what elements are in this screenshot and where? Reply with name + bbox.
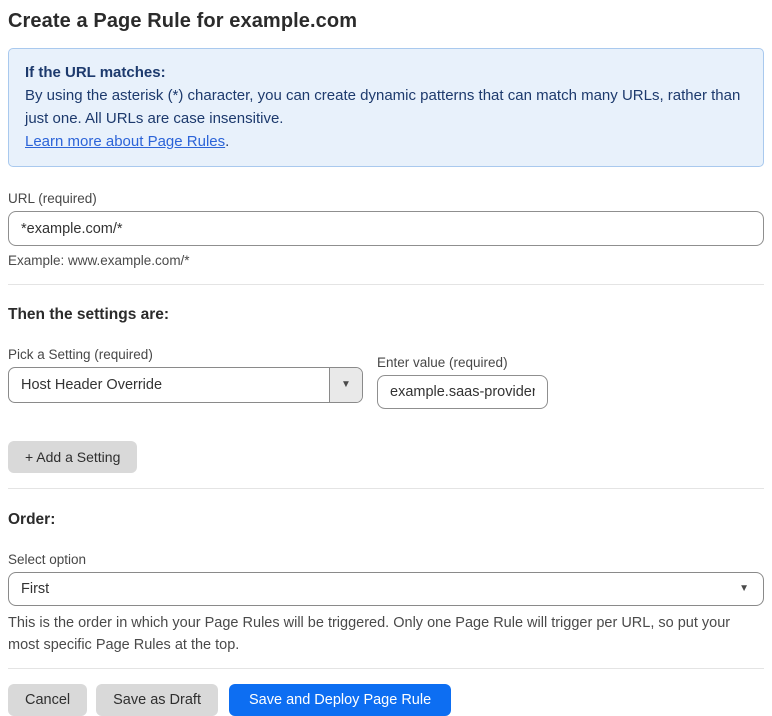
order-help-text: This is the order in which your Page Rul…	[8, 615, 731, 653]
enter-value-label: Enter value (required)	[377, 355, 508, 370]
page-title: Create a Page Rule for example.com	[8, 10, 358, 32]
save-and-deploy-button[interactable]: Save and Deploy Page Rule	[228, 684, 452, 716]
footer-actions: Cancel Save as Draft Save and Deploy Pag…	[8, 684, 764, 716]
pick-setting-label: Pick a Setting (required)	[8, 347, 153, 362]
save-as-draft-button[interactable]: Save as Draft	[96, 684, 218, 716]
url-label: URL (required)	[8, 191, 97, 206]
link-suffix: .	[225, 133, 230, 150]
add-setting-button[interactable]: + Add a Setting	[8, 441, 138, 473]
cancel-button[interactable]: Cancel	[8, 684, 88, 716]
divider	[8, 668, 764, 669]
dropdown-arrow-button[interactable]: ▼	[329, 368, 362, 402]
url-input[interactable]	[8, 211, 764, 246]
url-section: URL (required) Example: www.example.com/…	[8, 191, 764, 268]
divider	[8, 488, 764, 489]
info-box-heading: If the URL matches:	[25, 64, 166, 81]
settings-heading: Then the settings are:	[8, 306, 170, 323]
order-section: Order: Select option First ▼ This is the…	[8, 511, 764, 656]
learn-more-link[interactable]: Learn more about Page Rules	[25, 133, 225, 150]
url-example-text: Example: www.example.com/*	[8, 253, 190, 268]
setting-row: Pick a Setting (required) Host Header Ov…	[8, 347, 764, 409]
create-page-rule-form: Create a Page Rule for example.com If th…	[0, 0, 772, 716]
chevron-down-icon: ▼	[739, 583, 749, 594]
info-box-body: By using the asterisk (*) character, you…	[25, 87, 741, 127]
divider	[8, 284, 764, 285]
order-selected-value: First	[21, 581, 50, 597]
pick-setting-dropdown[interactable]: Host Header Override ▼	[8, 367, 363, 403]
order-select-label: Select option	[8, 552, 87, 567]
settings-section: Then the settings are: Pick a Setting (r…	[8, 306, 764, 473]
chevron-down-icon: ▼	[341, 379, 351, 390]
setting-value-input[interactable]	[377, 375, 548, 409]
url-match-info-box: If the URL matches: By using the asteris…	[8, 48, 764, 167]
order-heading: Order:	[8, 511, 56, 528]
order-dropdown[interactable]: First ▼	[8, 572, 764, 606]
enter-value-column: Enter value (required)	[377, 355, 548, 409]
pick-setting-column: Pick a Setting (required) Host Header Ov…	[8, 347, 363, 409]
info-box-link-line: Learn more about Page Rules.	[25, 130, 747, 153]
pick-setting-selected-value: Host Header Override	[21, 377, 163, 393]
